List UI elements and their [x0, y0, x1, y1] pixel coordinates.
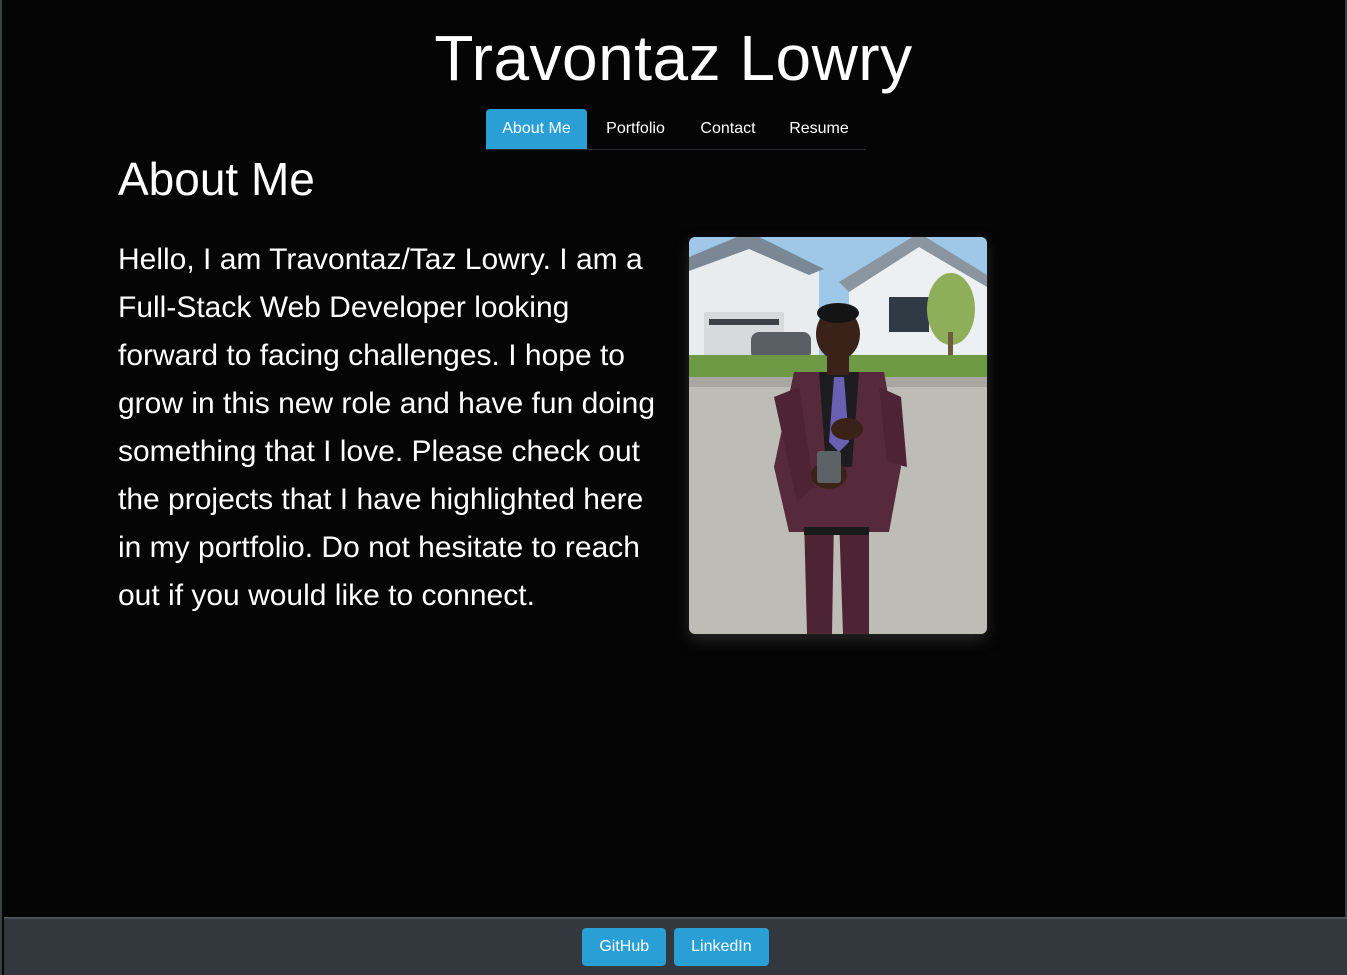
bio-text: Hello, I am Travontaz/Taz Lowry. I am a …	[118, 243, 656, 612]
page: Travontaz Lowry About Me Portfolio Conta…	[0, 0, 1347, 975]
footer: GitHub LinkedIn	[4, 917, 1347, 975]
nav-tabs: About Me Portfolio Contact Resume	[486, 109, 866, 150]
github-button[interactable]: GitHub	[582, 928, 667, 966]
tab-about-me[interactable]: About Me	[486, 109, 587, 149]
site-title: Travontaz Lowry	[434, 22, 913, 94]
profile-photo-image	[689, 237, 987, 634]
tab-contact[interactable]: Contact	[684, 109, 772, 149]
linkedin-button[interactable]: LinkedIn	[674, 928, 769, 966]
tab-resume[interactable]: Resume	[772, 109, 866, 149]
section-heading: About Me	[118, 153, 315, 205]
tab-portfolio[interactable]: Portfolio	[587, 109, 684, 149]
profile-photo	[689, 237, 987, 634]
